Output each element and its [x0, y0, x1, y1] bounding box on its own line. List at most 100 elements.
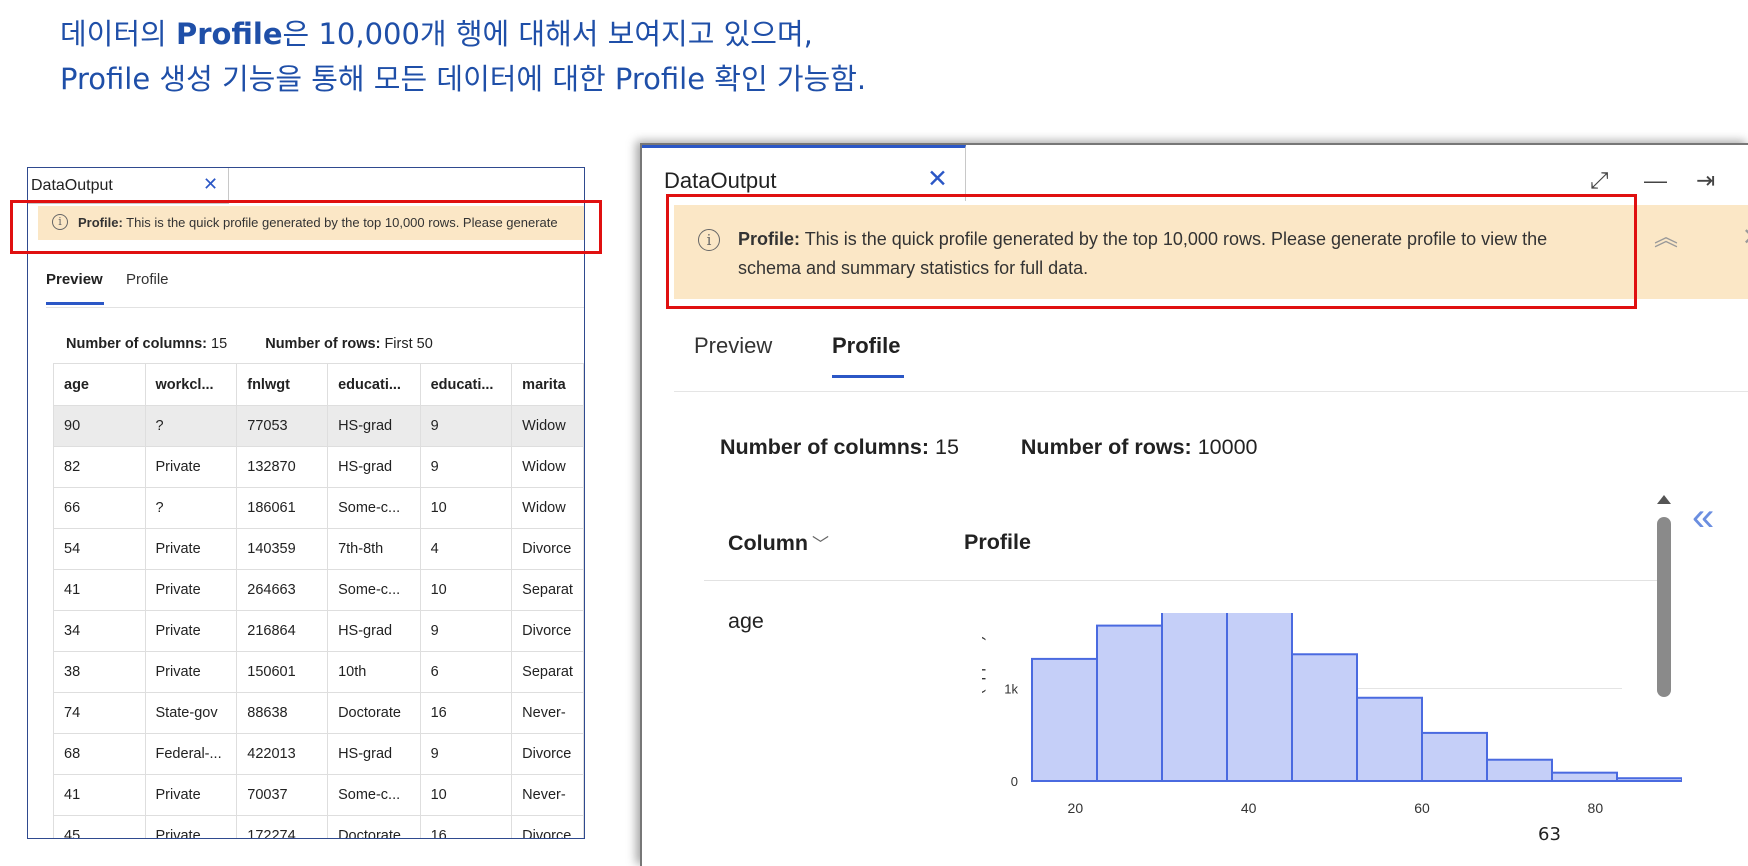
page-number: 63: [1538, 824, 1561, 845]
table-cell: 38: [53, 651, 146, 693]
left-dataoutput-tab[interactable]: DataOutput ✕: [28, 168, 229, 204]
close-banner-icon[interactable]: ✕: [1742, 223, 1748, 252]
histogram-bar: [1551, 771, 1618, 783]
x-tick-label: 80: [1588, 800, 1604, 816]
table-row[interactable]: 68 Federal-... 422013 HS-grad 9 Divorce: [53, 733, 584, 775]
table-cell: 77053: [236, 405, 329, 447]
table-cell: 186061: [236, 487, 329, 529]
column-header[interactable]: Column ﹀: [728, 530, 829, 556]
divider: [704, 580, 1664, 581]
column-name-age: age: [728, 609, 764, 633]
scroll-up-arrow-icon[interactable]: [1657, 495, 1671, 504]
highlight-box-left: [10, 200, 602, 254]
divider: [674, 391, 1748, 392]
histogram-bar: [1291, 653, 1358, 782]
table-cell: 216864: [236, 610, 329, 652]
active-tab-indicator: [832, 375, 904, 378]
table-cell: Federal-...: [144, 733, 238, 775]
histogram-bar: [1486, 758, 1553, 783]
table-cell: Private: [144, 569, 238, 611]
expand-icon[interactable]: ⤢: [1590, 167, 1608, 194]
table-cell: 10: [419, 774, 513, 816]
table-cell: 9: [419, 733, 513, 775]
tab-preview[interactable]: Preview: [694, 333, 772, 359]
table-cell: 172274: [236, 815, 329, 838]
table-cell: 34: [53, 610, 146, 652]
table-cell: Never-: [511, 774, 584, 816]
table-cell: Private: [144, 610, 238, 652]
table-cell: 9: [419, 610, 513, 652]
table-row[interactable]: 74 State-gov 88638 Doctorate 16 Never-: [53, 692, 584, 734]
active-tab-indicator: [46, 302, 104, 305]
tab-profile[interactable]: Profile: [126, 271, 169, 288]
table-row[interactable]: 38 Private 150601 10th 6 Separat: [53, 651, 584, 693]
dock-icon[interactable]: ⇥: [1696, 167, 1715, 194]
column-header-cell[interactable]: educati...: [327, 363, 421, 406]
table-cell: Some-c...: [327, 569, 421, 611]
table-cell: 10th: [327, 651, 421, 693]
table-cell: Private: [144, 446, 238, 488]
profile-header: Profile: [964, 530, 1031, 554]
tab-title: DataOutput: [664, 168, 777, 193]
divider: [46, 307, 584, 308]
table-row[interactable]: 90? 77053 HS-grad 9 Widow: [53, 405, 584, 447]
table-cell: 74: [53, 692, 146, 734]
tab-title: DataOutput: [31, 177, 113, 194]
right-dataoutput-tab[interactable]: DataOutput ✕: [642, 145, 966, 201]
table-row[interactable]: 66? 186061 Some-c... 10 Widow: [53, 487, 584, 529]
histogram-bar: [1226, 613, 1293, 782]
minimize-icon[interactable]: —: [1644, 167, 1667, 194]
table-cell: Divorce: [511, 610, 584, 652]
table-cell: Divorce: [511, 733, 584, 775]
histogram-bar: [1421, 731, 1488, 782]
table-row[interactable]: 34 Private 216864 HS-grad 9 Divorce: [53, 610, 584, 652]
table-cell: 88638: [236, 692, 329, 734]
table-row[interactable]: 82 Private 132870 HS-grad 9 Widow: [53, 446, 584, 488]
side-collapse-icon[interactable]: «: [1692, 495, 1714, 540]
table-cell: 82: [53, 446, 146, 488]
table-row[interactable]: 54 Private 140359 7th-8th 4 Divorce: [53, 528, 584, 570]
left-counts: Number of columns: 15 Number of rows: Fi…: [66, 336, 433, 352]
table-cell: ?: [144, 487, 238, 529]
table-cell: 68: [53, 733, 146, 775]
close-icon[interactable]: ✕: [203, 174, 218, 195]
column-header-cell[interactable]: workcl...: [144, 363, 238, 406]
table-cell: 150601: [236, 651, 329, 693]
table-cell: Widow: [511, 487, 584, 529]
preview-table: age workcl... fnlwgt educati... educati... ma…: [53, 363, 584, 838]
table-cell: 9: [419, 446, 513, 488]
table-cell: Widow: [511, 405, 584, 447]
x-tick-label: 20: [1068, 800, 1084, 816]
tab-profile[interactable]: Profile: [832, 333, 900, 359]
column-header-cell[interactable]: age: [53, 363, 146, 406]
table-cell: Divorce: [511, 815, 584, 838]
column-header-cell[interactable]: fnlwgt: [236, 363, 329, 406]
table-cell: 7th-8th: [327, 528, 421, 570]
table-cell: 422013: [236, 733, 329, 775]
table-cell: HS-grad: [327, 405, 421, 447]
close-icon[interactable]: ✕: [927, 164, 948, 194]
collapse-banner-icon[interactable]: ︽: [1654, 223, 1678, 252]
x-tick-label: 40: [1241, 800, 1257, 816]
left-dataoutput-panel: DataOutput ✕ i Profile: This is the quic…: [27, 167, 585, 839]
y-tick-label: 0: [1011, 774, 1018, 789]
table-row[interactable]: 45 Private 172274 Doctorate 16 Divorce: [53, 815, 584, 838]
heading-line-1: 데이터의 Profile은 10,000개 행에 대해서 보여지고 있으며,: [60, 17, 813, 51]
table-cell: Private: [144, 815, 238, 838]
table-row[interactable]: 41 Private 70037 Some-c... 10 Never-: [53, 774, 584, 816]
table-cell: Private: [144, 774, 238, 816]
table-header-row: age workcl... fnlwgt educati... educati... ma…: [53, 363, 584, 406]
y-tick-label: 1k: [1004, 682, 1018, 697]
tab-preview[interactable]: Preview: [46, 271, 103, 288]
table-cell: 90: [53, 405, 146, 447]
column-header-cell[interactable]: educati...: [419, 363, 513, 406]
table-cell: Doctorate: [327, 692, 421, 734]
column-header-cell[interactable]: marita: [511, 363, 584, 406]
table-cell: 10: [419, 487, 513, 529]
table-row[interactable]: 41 Private 264663 Some-c... 10 Separat: [53, 569, 584, 611]
chevron-down-icon[interactable]: ﹀: [812, 535, 829, 554]
table-cell: 70037: [236, 774, 329, 816]
table-cell: 54: [53, 528, 146, 570]
table-cell: Doctorate: [327, 815, 421, 838]
heading-line-2: Profile 생성 기능을 통해 모든 데이터에 대한 Profile 확인 …: [60, 62, 867, 96]
